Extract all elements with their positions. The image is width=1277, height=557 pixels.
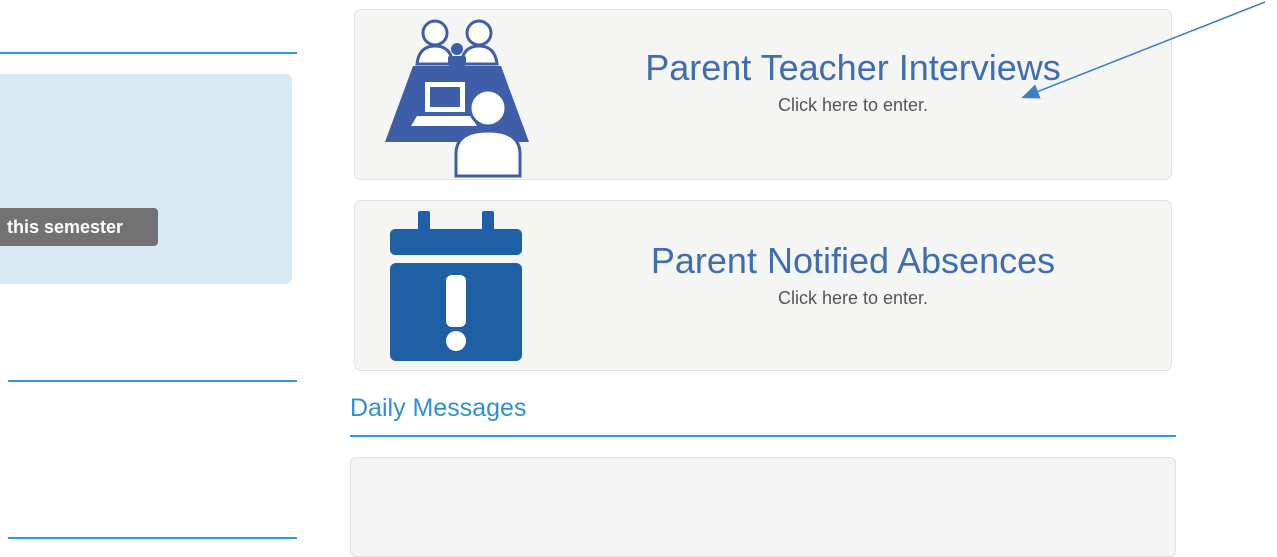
daily-messages-box	[350, 457, 1176, 557]
sidebar-divider-bottom	[8, 537, 297, 539]
teacher-interview-icon	[385, 19, 529, 178]
tile-title: Parent Notified Absences	[650, 240, 1056, 281]
sidebar-divider-middle	[8, 380, 297, 382]
parent-notified-absences-tile[interactable]: Parent Notified Absences Click here to e…	[354, 200, 1172, 371]
parent-teacher-interviews-tile[interactable]: Parent Teacher Interviews Click here to …	[354, 9, 1172, 180]
calendar-alert-icon	[390, 211, 522, 361]
tile-subtitle: Click here to enter.	[777, 95, 929, 115]
daily-messages-divider	[350, 435, 1176, 437]
sidebar-divider-top	[0, 52, 297, 54]
semester-badge[interactable]: this semester	[0, 208, 158, 246]
tile-title: Parent Teacher Interviews	[645, 47, 1061, 88]
daily-messages-heading: Daily Messages	[350, 394, 527, 422]
tile-subtitle: Click here to enter.	[777, 288, 929, 308]
sidebar-info-panel	[0, 74, 292, 284]
